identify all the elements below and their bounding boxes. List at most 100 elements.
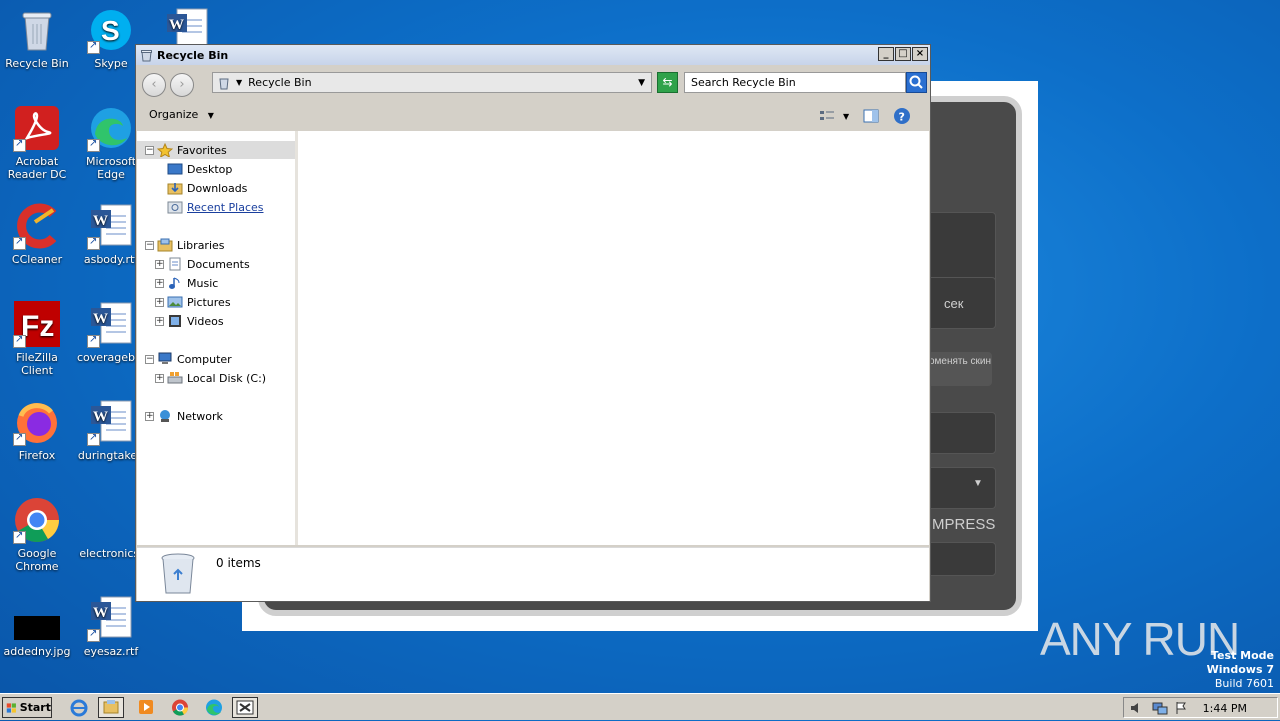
expand-icon[interactable]: + [145, 411, 154, 421]
desktop-icon-label: FileZilla Client [16, 351, 58, 377]
desktop-icon-recycle-bin[interactable]: Recycle Bin [0, 6, 74, 70]
nav-label: Computer [177, 352, 232, 366]
explorer-window[interactable]: Recycle Bin _ □ × ‹ › ▼ Recycle Bin ▼ ⇆ … [135, 44, 931, 602]
search-input[interactable]: Search Recycle Bin [684, 72, 906, 93]
nav-libraries[interactable]: − Libraries [145, 236, 225, 254]
nav-favorites[interactable]: − Favorites [137, 141, 295, 159]
change-skin-label: оменять скин [929, 356, 991, 367]
taskbar-ie-icon[interactable] [66, 697, 92, 718]
shortcut-arrow-icon [13, 137, 26, 152]
shortcut-arrow-icon [13, 235, 26, 250]
nav-documents[interactable]: + Documents [155, 255, 250, 273]
desktop-icon-eyesaz[interactable]: W eyesaz.rtf [74, 594, 148, 658]
taskbar-app-icon[interactable] [232, 697, 258, 718]
forward-button[interactable]: › [170, 73, 194, 97]
organize-label: Organize [149, 107, 199, 121]
view-options-icon[interactable] [819, 109, 835, 123]
navigation-pane[interactable]: − Favorites Desktop Downloads Recent Pla… [137, 131, 298, 545]
action-center-flag-icon[interactable] [1174, 701, 1188, 715]
taskbar-edge-icon[interactable] [201, 697, 227, 718]
shortcut-arrow-icon [87, 39, 100, 54]
collapse-icon[interactable]: − [145, 240, 154, 250]
desktop-icon-label: CCleaner [11, 253, 63, 266]
file-list[interactable] [298, 131, 929, 545]
shortcut-arrow-icon [87, 333, 100, 348]
desktop-icon-addedny[interactable]: addedny.jpg [0, 594, 74, 658]
ccleaner-icon [13, 202, 61, 250]
nav-music[interactable]: + Music [155, 274, 218, 292]
change-skin-button[interactable]: оменять скин [928, 352, 992, 386]
nav-label: Desktop [187, 162, 233, 176]
svg-text:W: W [169, 17, 184, 33]
details-pane: 0 items [137, 547, 929, 601]
music-icon [169, 277, 180, 289]
expand-icon[interactable]: + [155, 373, 164, 383]
windows-logo-icon [6, 702, 16, 713]
acrobat-icon [13, 104, 61, 152]
system-tray: 1:44 PM [1123, 697, 1278, 718]
preview-pane-icon[interactable] [863, 109, 879, 123]
svg-text:W: W [93, 213, 108, 229]
star-icon [157, 143, 173, 157]
start-button[interactable]: Start [2, 697, 52, 718]
nav-network[interactable]: + Network [145, 407, 223, 425]
nav-desktop[interactable]: Desktop [167, 160, 232, 178]
content-area: − Favorites Desktop Downloads Recent Pla… [137, 131, 929, 545]
shortcut-arrow-icon [87, 627, 100, 642]
desktop-icon-firefox[interactable]: Firefox [0, 398, 74, 462]
start-label: Start [19, 701, 51, 714]
title-bar[interactable]: Recycle Bin _ □ × [136, 45, 930, 65]
back-button[interactable]: ‹ [142, 73, 166, 97]
desktop-icon-label: eyesaz.rtf [83, 645, 139, 658]
nav-local-disk[interactable]: + Local Disk (C:) [155, 369, 266, 387]
chrome-icon [13, 496, 61, 544]
nav-downloads[interactable]: Downloads [167, 179, 247, 197]
refresh-button[interactable]: ⇆ [657, 72, 678, 93]
expand-icon[interactable]: + [155, 297, 164, 307]
recycle-bin-icon [161, 553, 195, 594]
shortcut-arrow-icon [87, 235, 100, 250]
desktop-icon-acrobat[interactable]: Acrobat Reader DC [0, 104, 74, 181]
breadcrumb[interactable]: Recycle Bin [248, 76, 311, 89]
address-dropdown-icon[interactable]: ▼ [638, 78, 645, 88]
desktop-icon-label: Firefox [18, 449, 56, 462]
taskbar-explorer-icon[interactable] [98, 697, 124, 718]
taskbar: Start 1:44 PM [0, 693, 1280, 720]
desktop-icon-chrome[interactable]: Google Chrome [0, 496, 74, 573]
help-icon[interactable]: ? [893, 107, 911, 125]
nav-label: Libraries [177, 238, 225, 252]
nav-pictures[interactable]: + Pictures [155, 293, 231, 311]
volume-icon[interactable] [1129, 701, 1143, 715]
collapse-icon[interactable]: − [145, 354, 154, 364]
view-dropdown-icon[interactable]: ▼ [843, 112, 849, 121]
search-icon [909, 75, 923, 89]
nav-videos[interactable]: + Videos [155, 312, 224, 330]
expand-icon[interactable]: + [155, 278, 164, 288]
network-status-icon[interactable] [1152, 701, 1168, 715]
downloads-icon [167, 183, 183, 195]
expand-icon[interactable]: + [155, 259, 164, 269]
search-button[interactable] [906, 72, 927, 93]
taskbar-media-player-icon[interactable] [133, 697, 159, 718]
nav-computer[interactable]: − Computer [145, 350, 232, 368]
network-icon [160, 410, 170, 422]
breadcrumb-arrow-icon[interactable]: ▼ [236, 78, 242, 87]
word-document-icon: W [87, 202, 135, 250]
maximize-button[interactable]: □ [895, 47, 911, 61]
expand-icon[interactable]: + [155, 316, 164, 326]
nav-label: Recent Places [187, 200, 264, 214]
nav-recent-places[interactable]: Recent Places [167, 198, 264, 216]
desktop-icon-filezilla[interactable]: Fz FileZilla Client [0, 300, 74, 377]
word-document-icon: W [87, 398, 135, 446]
taskbar-chrome-icon[interactable] [167, 697, 193, 718]
minimize-button[interactable]: _ [878, 47, 894, 61]
address-bar[interactable]: ▼ Recycle Bin ▼ [212, 72, 652, 93]
organize-button[interactable]: Organize ▼ [149, 108, 214, 121]
recycle-bin-icon [13, 6, 61, 54]
desktop-icon-ccleaner[interactable]: CCleaner [0, 202, 74, 266]
desktop-icon [167, 163, 183, 175]
local-disk-icon [167, 372, 183, 384]
clock[interactable]: 1:44 PM [1203, 702, 1247, 715]
collapse-icon[interactable]: − [145, 145, 154, 155]
close-button[interactable]: × [912, 47, 928, 61]
